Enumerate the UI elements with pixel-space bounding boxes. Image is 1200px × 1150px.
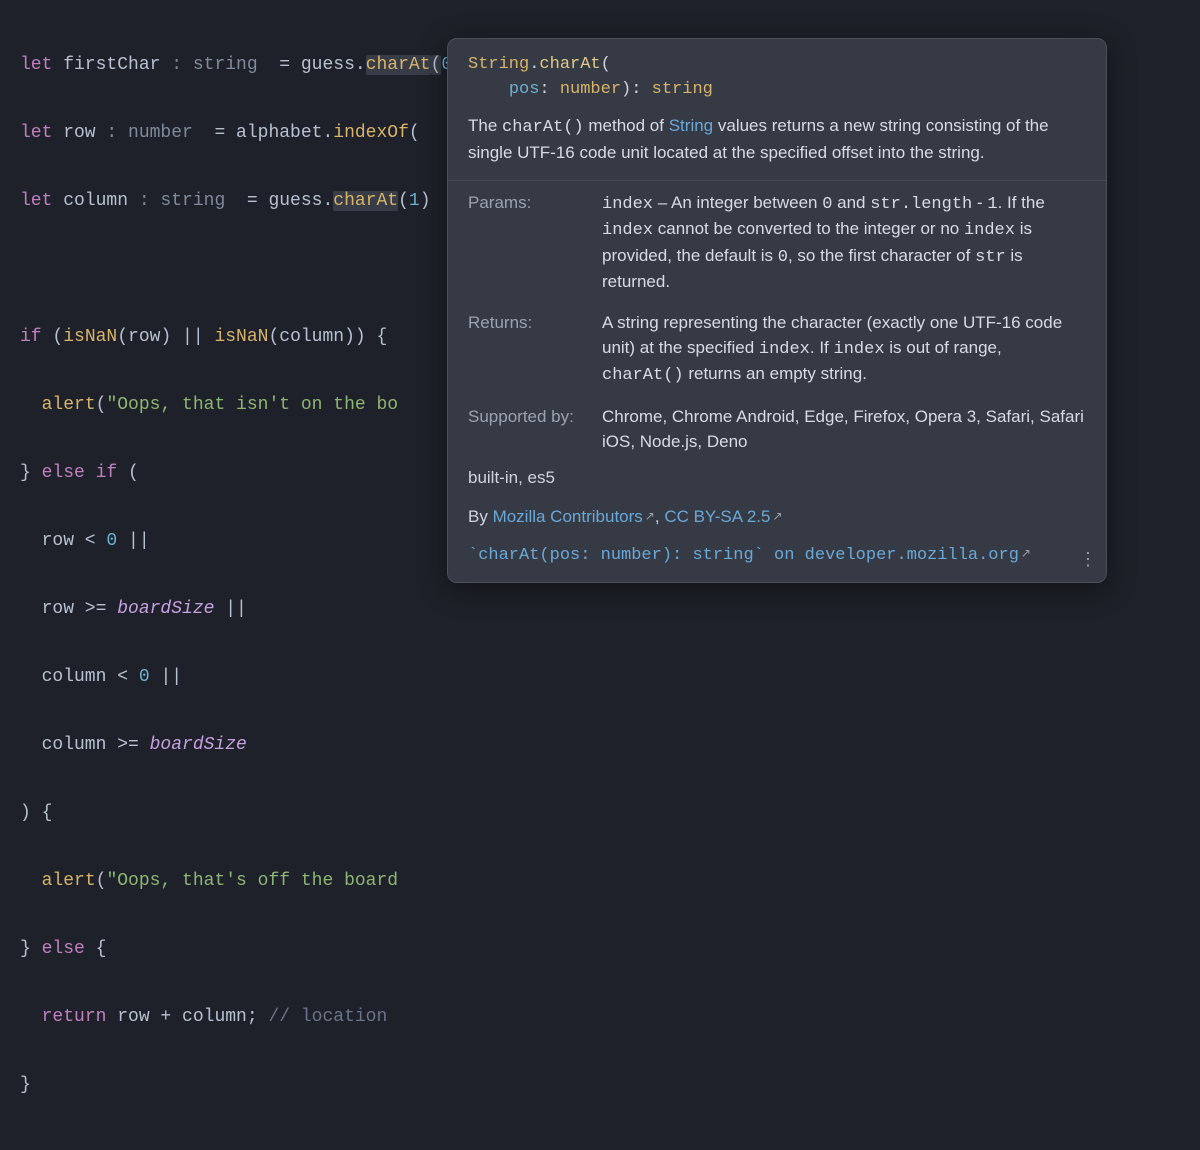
external-icon: ↗ xyxy=(645,509,655,523)
code-line: column >= boardSize xyxy=(20,728,1180,762)
code-line: } else { xyxy=(20,932,1180,966)
returns-row: Returns: A string representing the chara… xyxy=(448,301,1106,395)
string-link[interactable]: String xyxy=(669,116,713,135)
supported-row: Supported by: Chrome, Chrome Android, Ed… xyxy=(448,395,1106,460)
doc-description: The charAt() method of String values ret… xyxy=(448,108,1106,179)
doc-tooltip: String.charAt( pos: number): string The … xyxy=(447,38,1107,583)
code-line: return row + column; // location xyxy=(20,1000,1180,1034)
code-line: alert("Oops, that's off the board xyxy=(20,864,1180,898)
code-line: column < 0 || xyxy=(20,660,1180,694)
more-actions-icon[interactable]: ⋮ xyxy=(1079,546,1096,572)
code-line: ) { xyxy=(20,796,1180,830)
doc-tags: built-in, es5 xyxy=(448,460,1106,497)
params-row: Params: index – An integer between 0 and… xyxy=(448,181,1106,302)
doc-attribution: By Mozilla Contributors↗, CC BY-SA 2.5↗ xyxy=(448,497,1106,538)
external-icon: ↗ xyxy=(1021,547,1031,561)
mdn-link[interactable]: `charAt(pos: number): string` on develop… xyxy=(448,538,1106,583)
contributors-link[interactable]: Mozilla Contributors xyxy=(493,507,643,526)
license-link[interactable]: CC BY-SA 2.5 xyxy=(664,507,770,526)
code-line: } xyxy=(20,1068,1180,1102)
doc-signature: String.charAt( pos: number): string xyxy=(448,39,1106,108)
external-icon: ↗ xyxy=(772,509,782,523)
code-line: row >= boardSize || xyxy=(20,592,1180,626)
